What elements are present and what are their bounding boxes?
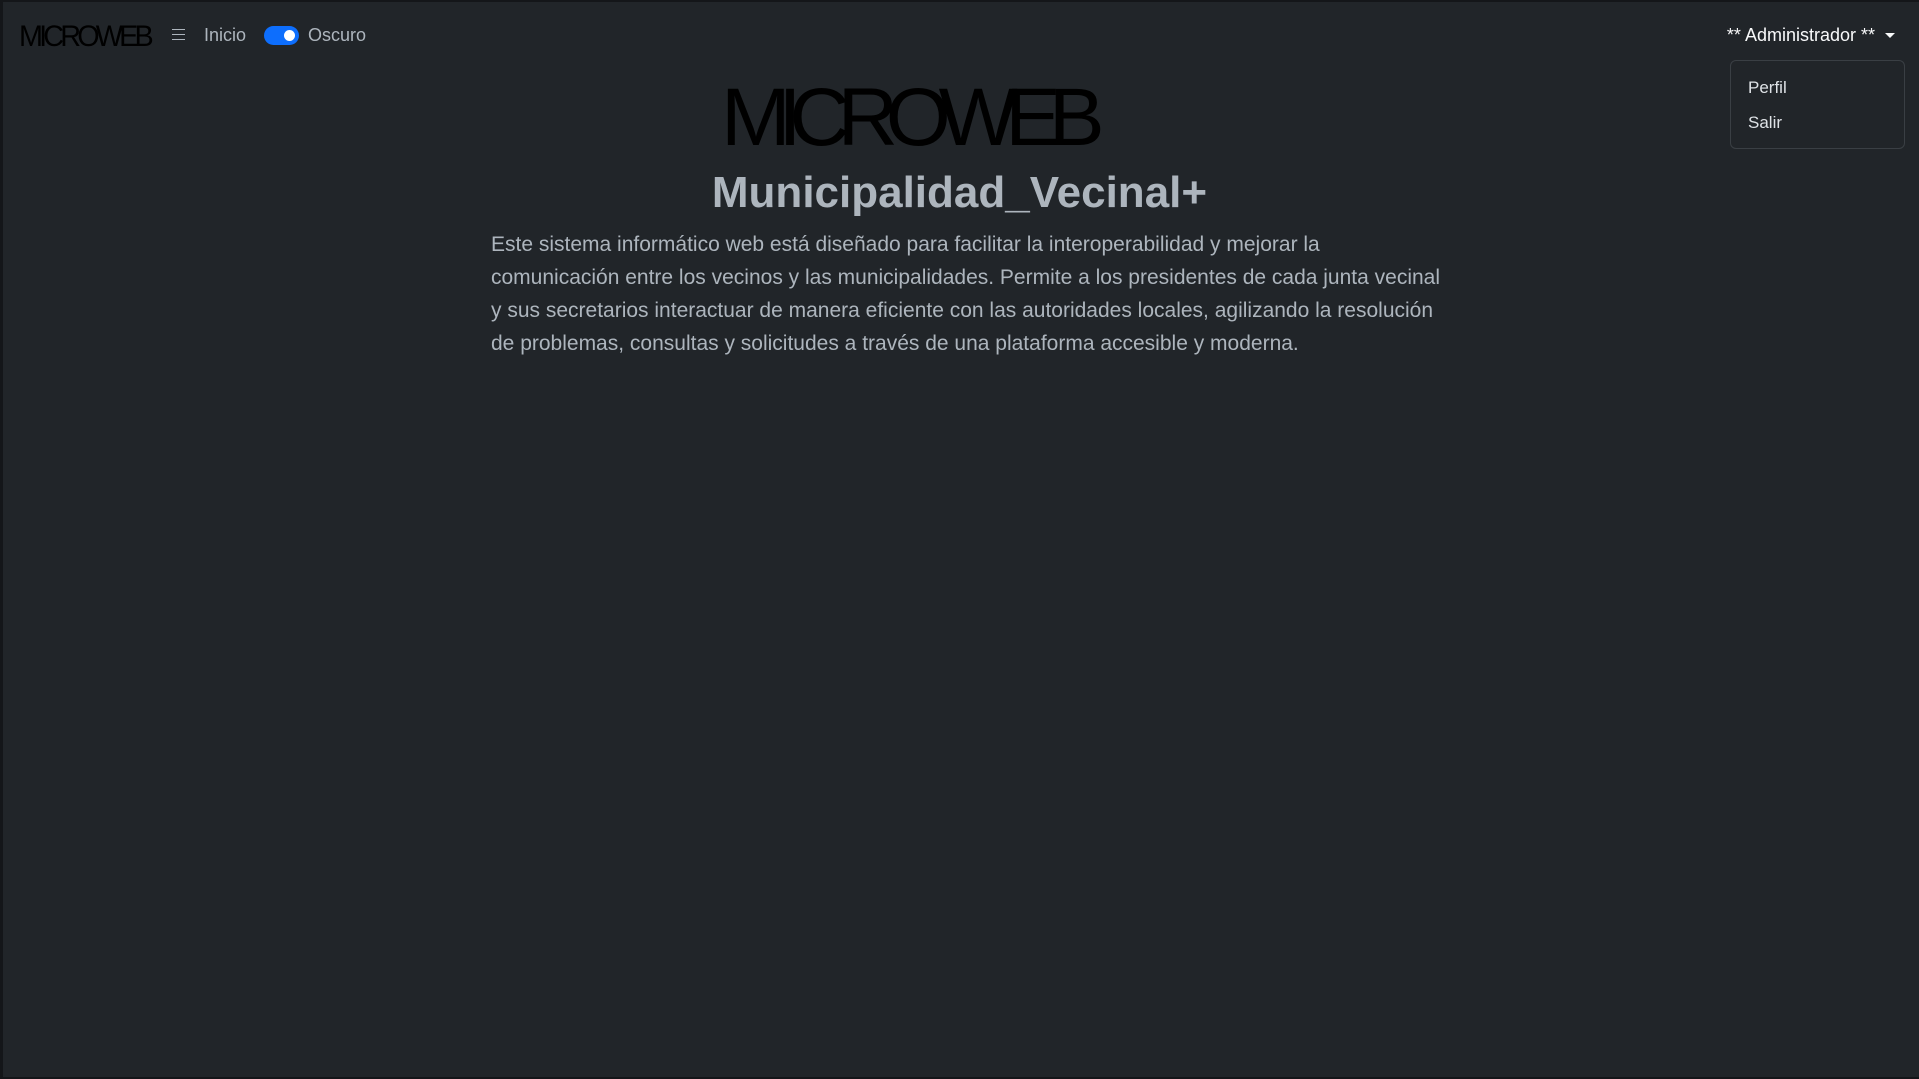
theme-switch[interactable] bbox=[264, 25, 299, 45]
caret-down-icon bbox=[1885, 32, 1895, 38]
navbar: MICROWEB Inicio Oscuro ** Administrador … bbox=[3, 2, 1919, 68]
menu-toggle-button[interactable] bbox=[167, 22, 189, 46]
dropdown-item-perfil[interactable]: Perfil bbox=[1731, 70, 1904, 105]
user-menu-button[interactable]: ** Administrador ** bbox=[1727, 24, 1895, 46]
nav-link-inicio[interactable]: Inicio bbox=[204, 24, 246, 46]
switch-knob bbox=[284, 29, 295, 41]
theme-label: Oscuro bbox=[308, 25, 367, 45]
user-label: ** Administrador ** bbox=[1726, 25, 1875, 45]
dropdown-item-salir[interactable]: Salir bbox=[1731, 105, 1904, 140]
hamburger-icon bbox=[171, 28, 185, 40]
app-window: MICROWEB Inicio Oscuro ** Administrador … bbox=[0, 0, 1919, 1079]
user-dropdown-menu: Perfil Salir bbox=[1730, 60, 1905, 149]
page-title-text: Municipalidad_Vecinal+ bbox=[711, 168, 1208, 217]
brand-logo[interactable]: MICROWEB bbox=[19, 22, 154, 52]
hero-logo: MICROWEB bbox=[721, 72, 1105, 163]
page-title: Municipalidad_Vecinal+ bbox=[3, 166, 1919, 220]
page-description: Este sistema informático web está diseña… bbox=[491, 233, 1441, 355]
theme-toggle[interactable]: Oscuro bbox=[264, 24, 366, 46]
